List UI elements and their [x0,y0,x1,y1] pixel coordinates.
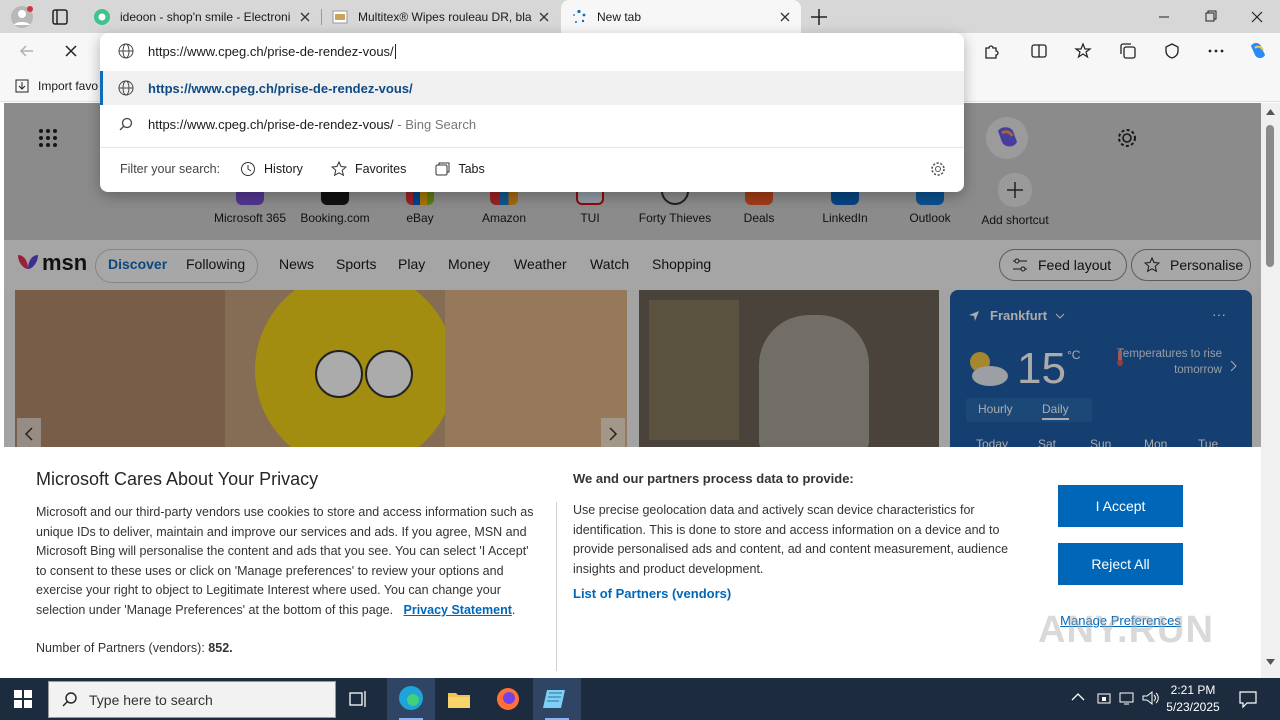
restore-icon[interactable] [1196,8,1224,26]
volume-icon[interactable] [1142,690,1160,706]
loading-spinner-icon [571,9,587,25]
partners-count: 852. [208,641,233,655]
scroll-down-arrow-icon[interactable] [1266,659,1275,665]
scroll-up-arrow-icon[interactable] [1266,109,1275,115]
browser-tab[interactable]: ideoon - shop'n smile - Electroni [84,0,321,33]
stop-loading-icon[interactable] [56,36,86,66]
taskbar-search-placeholder: Type here to search [89,691,213,708]
dropdown-divider [100,147,964,148]
privacy-consent-dialog: Microsoft Cares About Your Privacy Micro… [4,447,1261,678]
favorites-star-icon[interactable] [1068,36,1098,66]
address-bar[interactable]: https://www.cpeg.ch/prise-de-rendez-vous… [100,33,964,69]
import-favorites-link[interactable]: Import favo [14,78,98,94]
split-screen-icon[interactable] [1024,36,1054,66]
ideoon-favicon-icon [94,8,110,25]
filter-label: Filter your search: [120,162,221,176]
task-view-icon[interactable] [349,689,369,709]
address-input[interactable]: https://www.cpeg.ch/prise-de-rendez-vous… [148,43,396,59]
privacy-statement-link[interactable]: Privacy Statement [404,603,512,617]
tab-strip: ideoon - shop'n smile - Electroni Multit… [0,0,1280,33]
list-of-partners-link[interactable]: List of Partners (vendors) [573,586,731,601]
search-icon [61,691,79,709]
extensions-icon[interactable] [976,36,1006,66]
suggestion-suffix: - Bing Search [393,116,477,132]
suggestion-text: https://www.cpeg.ch/prise-de-rendez-vous… [148,80,413,96]
windows-taskbar: Type here to search 2:21 PM 5/23/2025 [0,678,1280,720]
close-tab-icon[interactable] [297,9,313,25]
filter-favorites-label: Favorites [354,162,407,176]
close-window-icon[interactable] [1243,8,1271,26]
tab-actions-icon[interactable] [50,7,70,27]
close-tab-icon[interactable] [777,9,793,25]
browser-tab-active[interactable]: New tab [561,0,801,33]
profile-avatar[interactable] [10,5,34,29]
privacy-body: Microsoft and our third-party vendors us… [36,505,534,617]
search-icon [118,116,134,132]
security-tray-icon[interactable] [1096,690,1112,706]
edge-icon [399,686,423,720]
purposes-title: We and our partners process data to prov… [573,471,854,486]
multitex-favicon-icon [332,9,348,25]
import-favorites-label: Import favo [38,79,99,93]
search-settings-gear-icon[interactable] [930,161,946,177]
scroll-thumb[interactable] [1266,125,1274,267]
notifications-icon[interactable] [1238,689,1258,709]
tabs-icon [434,161,450,177]
privacy-body-text: Microsoft and our third-party vendors us… [36,505,534,617]
minimize-icon[interactable] [1150,8,1178,26]
search-filter-row: Filter your search: History Favorites Ta… [100,151,964,187]
address-bar-dropdown: https://www.cpeg.ch/prise-de-rendez-vous… [100,33,964,192]
dialog-divider [556,502,557,671]
filter-history[interactable]: History [240,161,303,177]
notepad-icon [543,690,569,720]
globe-icon [118,80,134,96]
back-arrow-icon[interactable] [12,36,42,66]
tab-title: Multitex® Wipes rouleau DR, bla [358,9,532,24]
reject-all-button[interactable]: Reject All [1058,543,1183,585]
suggestion-search[interactable]: https://www.cpeg.ch/prise-de-rendez-vous… [100,107,964,141]
suggestion-url[interactable]: https://www.cpeg.ch/prise-de-rendez-vous… [100,71,964,105]
close-tab-icon[interactable] [536,9,552,25]
taskbar-time: 2:21 PM [1170,683,1216,697]
file-explorer-icon[interactable] [447,688,471,710]
globe-icon [118,43,134,59]
partners-count-label: Number of Partners (vendors): [36,641,209,655]
filter-history-label: History [264,162,303,176]
filter-tabs[interactable]: Tabs [434,161,485,177]
purposes-body: Use precise geolocation data and activel… [573,503,1009,576]
notepad-taskbar-button[interactable] [533,678,581,720]
show-hidden-icons-chevron-icon[interactable] [1071,692,1085,702]
filter-favorites[interactable]: Favorites [330,161,407,177]
copilot-icon[interactable] [1243,36,1273,66]
more-menu-icon[interactable] [1201,36,1231,66]
network-icon[interactable] [1119,690,1135,706]
browser-essentials-icon[interactable] [1157,36,1187,66]
page-scrollbar[interactable] [1261,103,1280,678]
taskbar-clock[interactable]: 2:21 PM 5/23/2025 [1164,682,1222,716]
accept-button[interactable]: I Accept [1058,485,1183,527]
taskbar-search-box[interactable]: Type here to search [48,681,336,718]
tab-title: New tab [597,9,642,24]
partners-count-line: Number of Partners (vendors): 852. [36,639,233,659]
firefox-icon[interactable] [496,687,520,711]
anyrun-watermark: ANY.RUN [1038,609,1214,651]
privacy-title: Microsoft Cares About Your Privacy [36,469,319,489]
filter-tabs-label: Tabs [458,162,485,176]
windows-start-icon[interactable] [14,690,32,708]
tab-title: ideoon - shop'n smile - Electroni [120,9,291,24]
edge-taskbar-button[interactable] [387,678,435,720]
browser-tab[interactable]: Multitex® Wipes rouleau DR, bla [322,0,560,33]
history-icon [240,161,256,177]
taskbar-date: 5/23/2025 [1166,700,1220,714]
suggestion-text: https://www.cpeg.ch/prise-de-rendez-vous… [148,116,394,132]
star-icon [330,161,347,177]
import-icon [14,78,30,94]
new-tab-icon[interactable] [808,6,830,28]
collections-icon[interactable] [1113,36,1143,66]
